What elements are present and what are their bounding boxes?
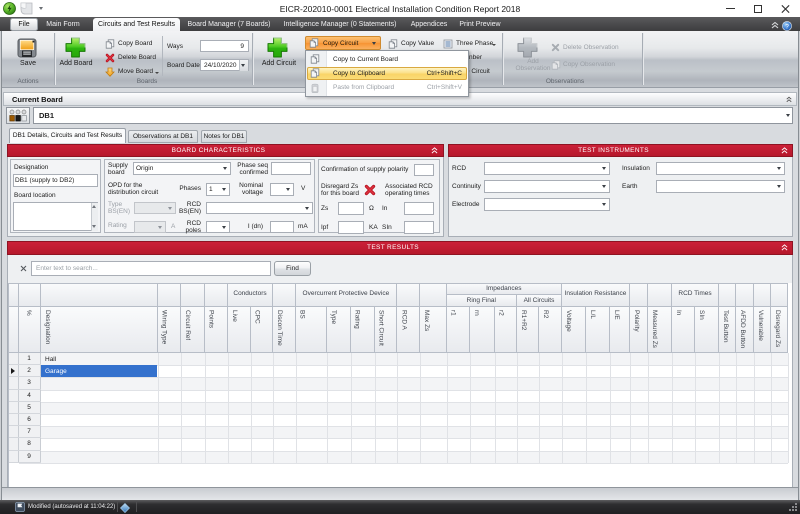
svg-text:?: ? bbox=[785, 23, 789, 30]
